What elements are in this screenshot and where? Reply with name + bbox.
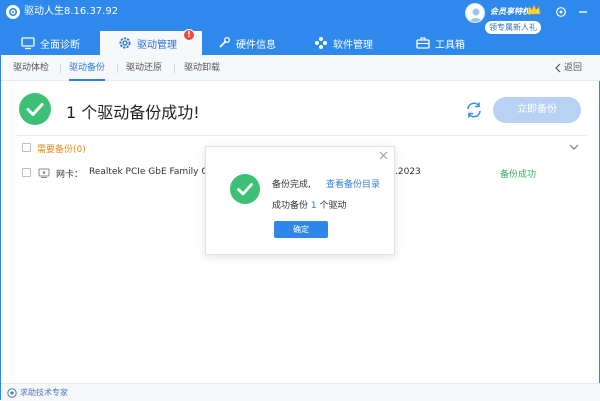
tab-label: 工具箱 xyxy=(435,39,465,51)
wrench-icon xyxy=(219,36,231,48)
view-backup-folder-link[interactable]: 查看备份目录 xyxy=(326,177,380,190)
footer: 求助技术专家 xyxy=(1,383,600,401)
settings-icon[interactable] xyxy=(554,5,568,19)
subtab-driver-backup[interactable]: 驱动备份 xyxy=(69,55,106,81)
main-tabs: 全面诊断 驱动管理 ! 硬件信息 软件管理 工具箱 xyxy=(1,29,600,55)
tab-diagnosis[interactable]: 全面诊断 xyxy=(21,31,80,55)
chevron-down-icon[interactable] xyxy=(569,143,579,151)
driver-date: .2023 xyxy=(395,167,421,177)
tab-label: 全面诊断 xyxy=(40,39,80,51)
device-name: Realtek PCIe GbE Family Controller xyxy=(89,167,205,177)
backup-status: 备份成功 xyxy=(500,170,537,180)
refresh-icon[interactable] xyxy=(464,100,484,120)
group-checkbox[interactable] xyxy=(22,143,31,152)
sub-navigation: 驱动体检 驱动备份 驱动还原 驱动卸载 返回 xyxy=(1,55,600,81)
tab-toolbox[interactable]: 工具箱 xyxy=(416,31,465,55)
dialog-message: 备份完成, xyxy=(272,180,311,190)
app-window: 驱动人生8.16.37.92 会员享特权 领专属新人礼 全面诊断 驱动管理 ! … xyxy=(0,0,600,401)
notification-badge: ! xyxy=(183,29,195,41)
divider xyxy=(15,135,587,136)
app-title: 驱动人生8.16.37.92 xyxy=(24,6,119,17)
expert-help-link[interactable]: 求助技术专家 xyxy=(20,387,68,398)
subtab-divider xyxy=(174,64,175,73)
confirm-button[interactable]: 确定 xyxy=(274,221,328,238)
tab-software-management[interactable]: 软件管理 xyxy=(314,31,373,55)
network-card-icon xyxy=(38,168,50,178)
app-logo-icon xyxy=(6,5,20,19)
close-icon[interactable] xyxy=(379,151,388,160)
backup-count: 1 xyxy=(310,201,317,211)
crown-icon xyxy=(527,4,541,15)
backup-now-button[interactable]: 立即备份 xyxy=(493,97,581,123)
subtab-divider xyxy=(117,64,118,73)
apps-icon xyxy=(315,37,327,49)
help-icon xyxy=(7,388,17,398)
gear-icon xyxy=(119,37,131,49)
summary-suffix: 个驱动 xyxy=(319,201,347,211)
avatar[interactable] xyxy=(465,3,485,23)
dialog-summary: 成功备份 1 个驱动 xyxy=(272,198,347,211)
tab-hardware-info[interactable]: 硬件信息 xyxy=(217,31,276,55)
tab-label: 软件管理 xyxy=(333,39,373,51)
title-bar: 驱动人生8.16.37.92 会员享特权 领专属新人礼 全面诊断 驱动管理 ! … xyxy=(1,1,600,55)
backup-complete-dialog: 备份完成, 查看备份目录 成功备份 1 个驱动 确定 xyxy=(205,146,395,255)
subtab-divider xyxy=(60,64,61,73)
back-link[interactable]: 返回 xyxy=(564,55,582,81)
device-type: 网卡： xyxy=(56,170,84,180)
monitor-icon xyxy=(21,37,35,50)
success-check-icon xyxy=(19,93,51,125)
subtab-driver-restore[interactable]: 驱动还原 xyxy=(126,55,162,81)
subtab-driver-check[interactable]: 驱动体检 xyxy=(13,55,49,81)
tab-label: 硬件信息 xyxy=(236,39,276,51)
success-check-icon xyxy=(230,174,260,204)
group-label: 需要备份(0) xyxy=(37,145,86,155)
chevron-left-icon[interactable] xyxy=(554,63,562,73)
minimize-icon[interactable] xyxy=(576,5,590,19)
tab-label: 驱动管理 xyxy=(137,39,177,51)
summary-prefix: 成功备份 xyxy=(272,201,309,211)
page-title: 1 个驱动备份成功! xyxy=(66,103,200,122)
toolbox-icon xyxy=(416,37,430,49)
row-checkbox[interactable] xyxy=(22,168,31,177)
subtab-driver-uninstall[interactable]: 驱动卸载 xyxy=(184,55,220,81)
vip-label[interactable]: 会员享特权 xyxy=(490,6,530,17)
